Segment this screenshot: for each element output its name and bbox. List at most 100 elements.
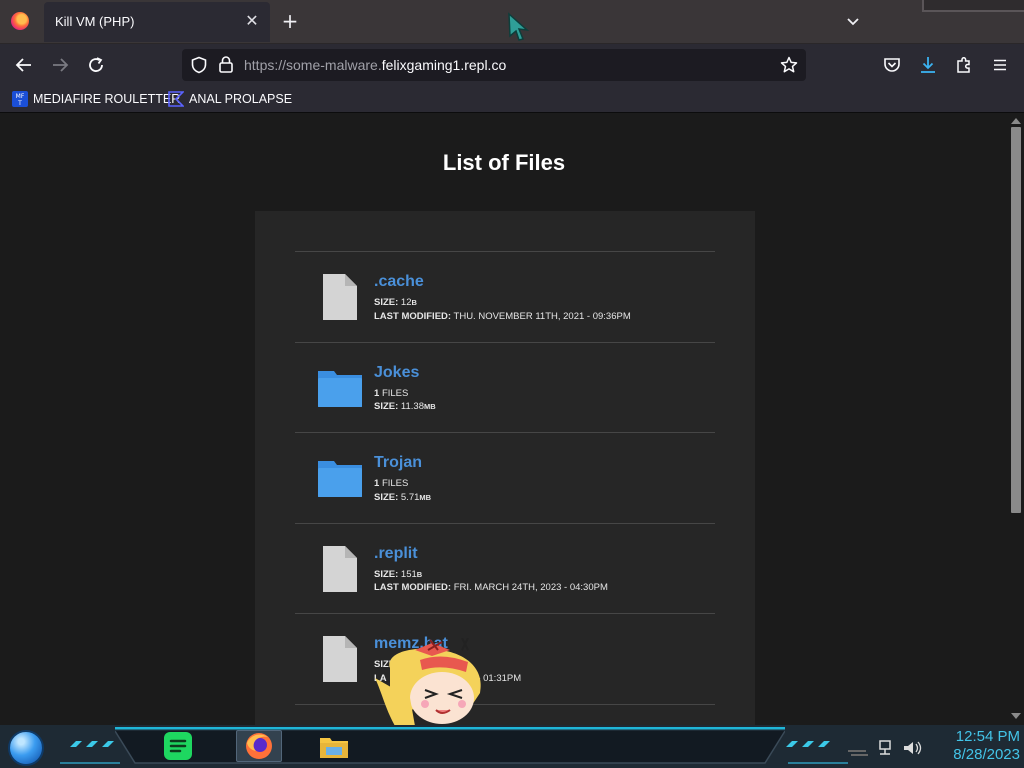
- tab-active[interactable]: Kill VM (PHP) ✕: [44, 2, 270, 42]
- folder-icon: [318, 370, 362, 407]
- start-button[interactable]: [8, 730, 44, 766]
- svg-text:MF: MF: [16, 93, 25, 100]
- firefox-icon: [246, 733, 272, 759]
- network-icon: [879, 740, 891, 755]
- forward-arrow-icon: [53, 58, 69, 72]
- file-list: .cache SIZE: 12B LAST MODIFIED: THU. NOVEM…: [295, 251, 715, 705]
- meta-label: SIZE:: [374, 297, 399, 308]
- lock-icon[interactable]: [218, 55, 234, 73]
- list-all-tabs-chevron-down-icon[interactable]: [843, 12, 863, 32]
- mouse-cursor-icon: [508, 12, 530, 41]
- mediafire-icon: MFT: [12, 91, 28, 107]
- vertical-scrollbar[interactable]: [1008, 113, 1024, 725]
- taskbar-app-spotify[interactable]: [160, 730, 196, 762]
- volume-icon: [904, 741, 922, 755]
- scrollbar-thumb[interactable]: [1011, 127, 1021, 513]
- file-list-row[interactable]: .replit SIZE: 151B LAST MODIFIED: FRI. MAR…: [295, 524, 715, 614]
- meta-label: SIZE:: [374, 401, 399, 412]
- page-title: List of Files: [442, 150, 566, 175]
- bookmark-label: MEDIAFIRE ROULETTER: [33, 92, 181, 106]
- file-meta: SIZE: 12B LAST MODIFIED: THU. NOVEMBER 11…: [374, 296, 631, 323]
- file-name-link[interactable]: Jokes: [374, 364, 419, 382]
- file-list-row[interactable]: memz.batSIZE: 1LA UGUST 28TH, 2023 - 01:…: [295, 614, 715, 705]
- url-prefix: https://some-malware.: [244, 57, 382, 73]
- meta-value: FILES: [381, 387, 409, 399]
- file-list-row[interactable]: Trojan 1 FILES SIZE: 5.71MB: [295, 433, 715, 524]
- file-meta: 1 FILES SIZE: 5.71MB: [374, 477, 431, 504]
- svg-text:T: T: [17, 100, 22, 107]
- meta-label: 1: [374, 387, 380, 399]
- taskbar-clock[interactable]: 12:54 PM 8/28/2023: [930, 728, 1020, 764]
- file-meta-line: 1 FILES: [374, 477, 431, 491]
- scroll-down-arrow-icon[interactable]: [1010, 711, 1022, 721]
- meta-label: LAST MODIFIED:: [374, 310, 452, 322]
- file-icon: [323, 274, 357, 320]
- file-list-row[interactable]: .cache SIZE: 12B LAST MODIFIED: THU. NOVEM…: [295, 252, 715, 343]
- meta-label: 1: [374, 478, 380, 489]
- file-name-link[interactable]: .cache: [374, 273, 424, 291]
- meta-unit: MB: [419, 492, 432, 502]
- file-explorer-icon: [320, 738, 348, 758]
- scroll-up-arrow-icon[interactable]: [1010, 116, 1022, 126]
- meta-unit: B: [411, 298, 417, 307]
- pocket-icon: [884, 58, 900, 72]
- tab-title: Kill VM (PHP): [55, 14, 135, 29]
- bookmarks-toolbar: MF T MEDIAFIRE ROULETTER ANAL PROLAPSE: [0, 85, 1024, 113]
- bookmark-item[interactable]: MF T MEDIAFIRE ROULETTER: [12, 90, 180, 108]
- taskbar-app-file-explorer[interactable]: [316, 730, 352, 762]
- firefox-logo-icon[interactable]: [11, 12, 29, 30]
- meta-label: SIZE:: [374, 491, 399, 503]
- reload-button[interactable]: [83, 52, 109, 78]
- download-icon: [921, 57, 935, 73]
- file-meta-line: SIZE: 5.71MB: [374, 491, 431, 505]
- meta-unit: MB: [424, 402, 436, 411]
- tracking-protection-shield-icon[interactable]: [190, 56, 208, 74]
- taskbar-frame: [115, 727, 785, 764]
- clock-date: 8/28/2023: [953, 746, 1020, 763]
- cartoon-character-sticker: [375, 638, 481, 725]
- file-icon: [323, 545, 357, 592]
- clock-time: 12:54 PM: [955, 728, 1020, 745]
- tab-bar: Kill VM (PHP) ✕ +: [0, 0, 1024, 44]
- bookmark-item[interactable]: ANAL PROLAPSE: [168, 90, 292, 108]
- taskbar-decoration: [786, 741, 848, 764]
- url-bar[interactable]: https://some-malware.felixgaming1.repl.c…: [182, 49, 806, 81]
- file-list-panel: .cache SIZE: 12B LAST MODIFIED: THU. NOVEM…: [255, 211, 755, 725]
- back-button[interactable]: [11, 52, 37, 78]
- taskbar-app-firefox[interactable]: [236, 730, 282, 762]
- meta-value: THU. NOVEMBER 11TH, 2021 - 09:36PM: [453, 310, 631, 322]
- new-tab-button[interactable]: +: [280, 9, 300, 33]
- file-meta-line: LAST MODIFIED: THU. NOVEMBER 11TH, 2021 …: [374, 310, 631, 324]
- bookmark-label: ANAL PROLAPSE: [189, 92, 293, 106]
- spotify-icon: [164, 732, 192, 760]
- extensions-button[interactable]: [951, 52, 977, 78]
- file-meta-line: SIZE: 151B: [374, 568, 608, 582]
- downloads-button[interactable]: [915, 52, 941, 78]
- forward-button[interactable]: [47, 52, 73, 78]
- app-menu-button[interactable]: [987, 52, 1013, 78]
- system-tray: [848, 740, 922, 756]
- navigation-toolbar: https://some-malware.felixgaming1.repl.c…: [0, 44, 1024, 85]
- file-meta-line: SIZE: 11.38MB: [374, 400, 436, 414]
- window-decoration: [922, 0, 1024, 12]
- meta-value: 151: [400, 568, 417, 580]
- meta-value: 5.71: [400, 491, 420, 503]
- bookmark-icon: [168, 91, 184, 107]
- file-meta: SIZE: 151B LAST MODIFIED: FRI. MARCH 24TH…: [374, 568, 608, 595]
- meta-label: LAST MODIFIED:: [374, 582, 452, 593]
- meta-value: 11.38: [400, 401, 424, 412]
- meta-value: FRI. MARCH 24TH, 2023 - 04:30PM: [453, 582, 608, 593]
- page-viewport: List of Files .cache SIZE: 12B LAST MODIFI…: [0, 113, 1024, 725]
- file-list-row[interactable]: Jokes 1 FILES SIZE: 11.38MB: [295, 343, 715, 433]
- meta-value: 12: [400, 297, 412, 308]
- url-text[interactable]: https://some-malware.felixgaming1.repl.c…: [244, 57, 506, 73]
- hamburger-menu-icon: [994, 59, 1006, 71]
- bookmark-star-icon[interactable]: [780, 56, 798, 74]
- file-name-link[interactable]: Trojan: [374, 454, 422, 472]
- taskbar: 12:54 PM 8/28/2023: [0, 725, 1024, 768]
- pocket-button[interactable]: [879, 52, 905, 78]
- file-meta: 1 FILES SIZE: 11.38MB: [374, 387, 436, 414]
- tab-close-icon[interactable]: ✕: [244, 12, 260, 30]
- file-name-link[interactable]: .replit: [374, 545, 418, 563]
- meta-value: FILES: [381, 478, 409, 489]
